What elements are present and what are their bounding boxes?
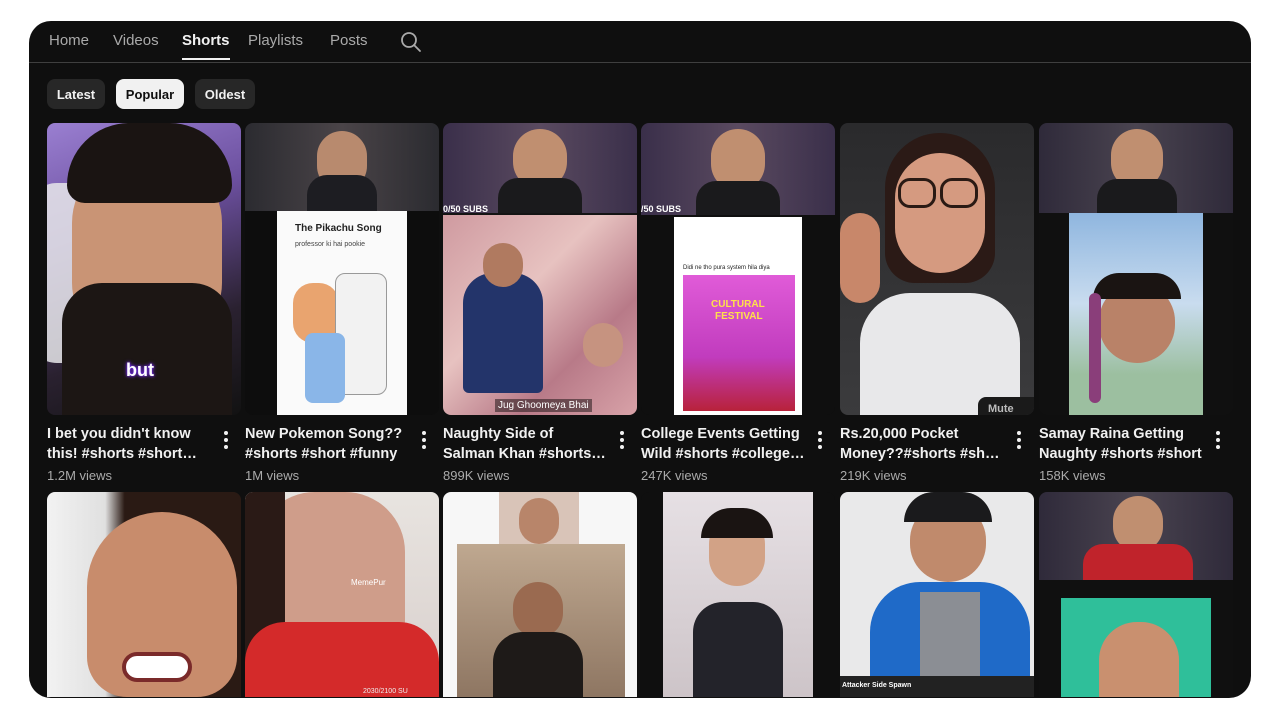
search-icon[interactable] [399, 30, 423, 54]
tab-home[interactable]: Home [49, 32, 89, 49]
view-count: 247K views [641, 468, 708, 483]
filter-oldest[interactable]: Oldest [195, 79, 255, 109]
more-vert-icon[interactable] [813, 431, 827, 451]
filter-latest[interactable]: Latest [47, 79, 105, 109]
short-title[interactable]: Rs.20,000 Pocket Money??#shorts #short #… [840, 424, 1005, 464]
card-title: The Pikachu Song [295, 223, 382, 234]
tweet-text: Didi ne tho pura system hila diya [683, 265, 770, 271]
channel-page: Home Videos Shorts Playlists Posts Lates… [29, 21, 1251, 698]
sub-counter: 0/50 SUBS [443, 204, 489, 214]
short-title[interactable]: Samay Raina Getting Naughty #shorts #sho… [1039, 424, 1204, 464]
view-count: 219K views [840, 468, 907, 483]
more-vert-icon[interactable] [219, 431, 233, 451]
more-vert-icon[interactable] [615, 431, 629, 451]
card-subtitle: professor ki hai pookie [295, 241, 366, 248]
tab-posts[interactable]: Posts [330, 32, 368, 49]
channel-tabs: Home Videos Shorts Playlists Posts [29, 21, 1251, 63]
view-count: 899K views [443, 468, 510, 483]
more-vert-icon[interactable] [1012, 431, 1026, 451]
filter-popular[interactable]: Popular [116, 79, 184, 109]
short-title[interactable]: College Events Getting Wild #shorts #col… [641, 424, 806, 464]
caption-overlay: but [126, 360, 154, 380]
tab-shorts[interactable]: Shorts [182, 32, 230, 60]
short-thumbnail[interactable]: 0/50 SUBS Jug Ghoomeya Bhai [443, 123, 637, 415]
more-vert-icon[interactable] [1211, 431, 1225, 451]
sub-counter: /50 SUBS [641, 204, 682, 214]
short-thumbnail[interactable]: The Pikachu Song professor ki hai pookie [245, 123, 439, 415]
short-thumbnail[interactable] [443, 492, 637, 697]
short-thumbnail[interactable] [1039, 492, 1233, 697]
video-caption: Jug Ghoomeya Bhai [495, 399, 592, 412]
tab-videos[interactable]: Videos [113, 32, 159, 49]
view-count: 158K views [1039, 468, 1106, 483]
view-count: 1M views [245, 468, 300, 483]
short-thumbnail[interactable] [641, 492, 835, 697]
view-count: 1.2M views [47, 468, 113, 483]
short-thumbnail[interactable]: Mute [840, 123, 1034, 415]
short-thumbnail[interactable]: but [47, 123, 241, 415]
short-thumbnail[interactable] [1039, 123, 1233, 415]
sign-text: CULTURAL [711, 299, 765, 310]
short-thumbnail[interactable]: /50 SUBS Didi ne tho pura system hila di… [641, 123, 835, 415]
short-title[interactable]: Naughty Side of Salman Khan #shorts #sho… [443, 424, 608, 464]
game-ticker: Attacker Side Spawn [842, 682, 912, 689]
short-title[interactable]: I bet you didn't know this! #shorts #sho… [47, 424, 212, 464]
short-title[interactable]: New Pokemon Song?? #shorts #short #funny [245, 424, 410, 464]
watermark: MemePur [351, 578, 386, 587]
short-thumbnail[interactable]: Attacker Side Spawn [840, 492, 1034, 697]
sub-counter: 2030/2100 SU [363, 688, 408, 695]
sign-text: FESTIVAL [715, 311, 763, 322]
short-thumbnail[interactable] [47, 492, 241, 697]
more-vert-icon[interactable] [417, 431, 431, 451]
mute-label: Mute [978, 397, 1034, 415]
short-thumbnail[interactable]: MemePur 2030/2100 SU [245, 492, 439, 697]
tab-playlists[interactable]: Playlists [248, 32, 303, 49]
